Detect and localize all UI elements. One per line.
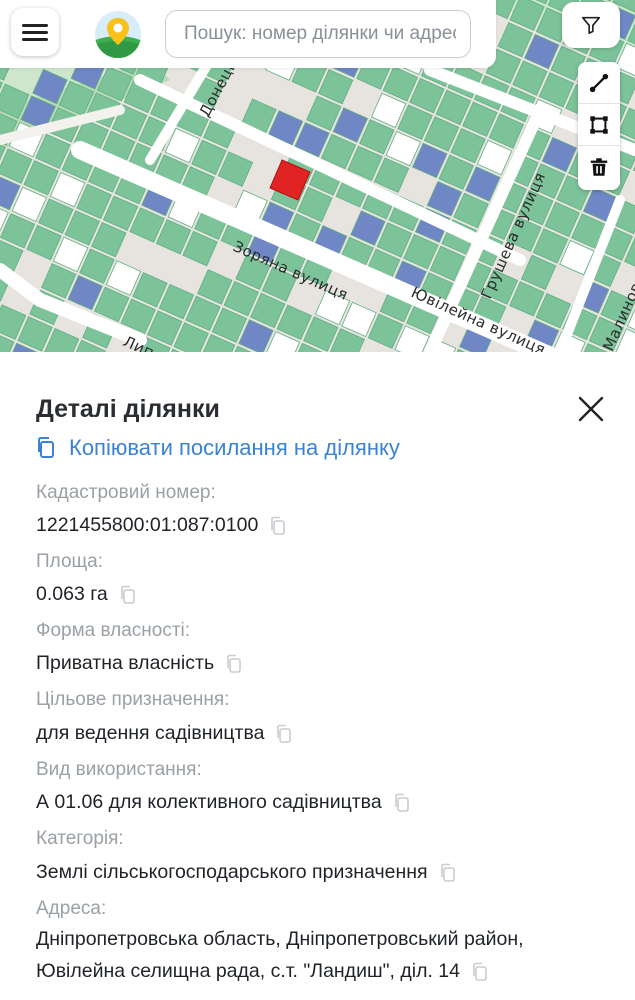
search-input[interactable] xyxy=(166,11,470,57)
map-tools xyxy=(578,62,620,190)
category-value: Землі сільськогосподарського призначення xyxy=(36,861,428,883)
field-value-category: Землі сільськогосподарського призначення xyxy=(36,861,458,884)
field-value-ownership: Приватна власність xyxy=(36,652,244,675)
field-label-area: Площа: xyxy=(36,551,104,572)
copy-link-button[interactable]: Копіювати посилання на ділянку xyxy=(36,432,400,464)
field-label-purpose: Цільове призначення: xyxy=(36,689,230,710)
copy-icon[interactable] xyxy=(268,516,288,536)
purpose-value: для ведення садівництва xyxy=(36,722,265,744)
field-label-address: Адреса: xyxy=(36,898,107,919)
search-box[interactable] xyxy=(165,10,471,58)
usage-value: А 01.06 для колективного садівництва xyxy=(36,791,382,813)
filter-button[interactable] xyxy=(562,2,620,48)
measure-area-tool[interactable] xyxy=(578,104,620,146)
field-label-ownership: Форма власності: xyxy=(36,620,191,641)
copy-icon[interactable] xyxy=(438,863,458,883)
copy-icon[interactable] xyxy=(392,793,412,813)
menu-button[interactable] xyxy=(11,8,59,56)
polygon-tool-icon xyxy=(590,115,608,134)
field-value-cadastral: 1221455800:01:087:0100 xyxy=(36,514,288,537)
field-value-address-line2: Ювілейна селищна рада, с.т. "Ландиш", ді… xyxy=(36,960,490,983)
copy-icon[interactable] xyxy=(470,962,490,982)
menu-icon xyxy=(22,24,48,27)
top-bar xyxy=(0,0,496,68)
field-label-cadastral: Кадастровий номер: xyxy=(36,482,216,503)
copy-icon[interactable] xyxy=(274,724,294,744)
copy-icon[interactable] xyxy=(118,585,138,605)
copy-icon[interactable] xyxy=(224,654,244,674)
parcel-details-panel: Деталі ділянки Копіювати посилання на ді… xyxy=(0,352,635,1000)
measure-line-tool[interactable] xyxy=(578,62,620,104)
close-icon[interactable] xyxy=(576,394,606,424)
cadastral-number: 1221455800:01:087:0100 xyxy=(36,514,259,536)
field-label-usage: Вид використання: xyxy=(36,759,202,780)
details-title: Деталі ділянки xyxy=(36,395,220,423)
field-value-purpose: для ведення садівництва xyxy=(36,722,294,745)
copy-link-label: Копіювати посилання на ділянку xyxy=(69,435,400,460)
delete-tool[interactable] xyxy=(578,146,620,188)
field-label-category: Категорія: xyxy=(36,828,124,849)
field-value-usage: А 01.06 для колективного садівництва xyxy=(36,791,412,814)
app-logo xyxy=(95,11,141,58)
menu-icon xyxy=(22,38,48,41)
address-line1: Дніпропетровська область, Дніпропетровсь… xyxy=(36,928,524,950)
copy-icon xyxy=(38,437,54,458)
field-value-address-line1: Дніпропетровська область, Дніпропетровсь… xyxy=(36,928,524,951)
field-value-area: 0.063 га xyxy=(36,583,138,606)
menu-icon xyxy=(22,31,48,34)
address-line2: Ювілейна селищна рада, с.т. "Ландиш", ді… xyxy=(36,960,460,982)
filter-icon xyxy=(581,16,601,35)
area-value: 0.063 га xyxy=(36,583,108,605)
ownership-value: Приватна власність xyxy=(36,652,215,674)
line-tool-icon xyxy=(589,73,609,92)
trash-icon xyxy=(590,158,608,176)
